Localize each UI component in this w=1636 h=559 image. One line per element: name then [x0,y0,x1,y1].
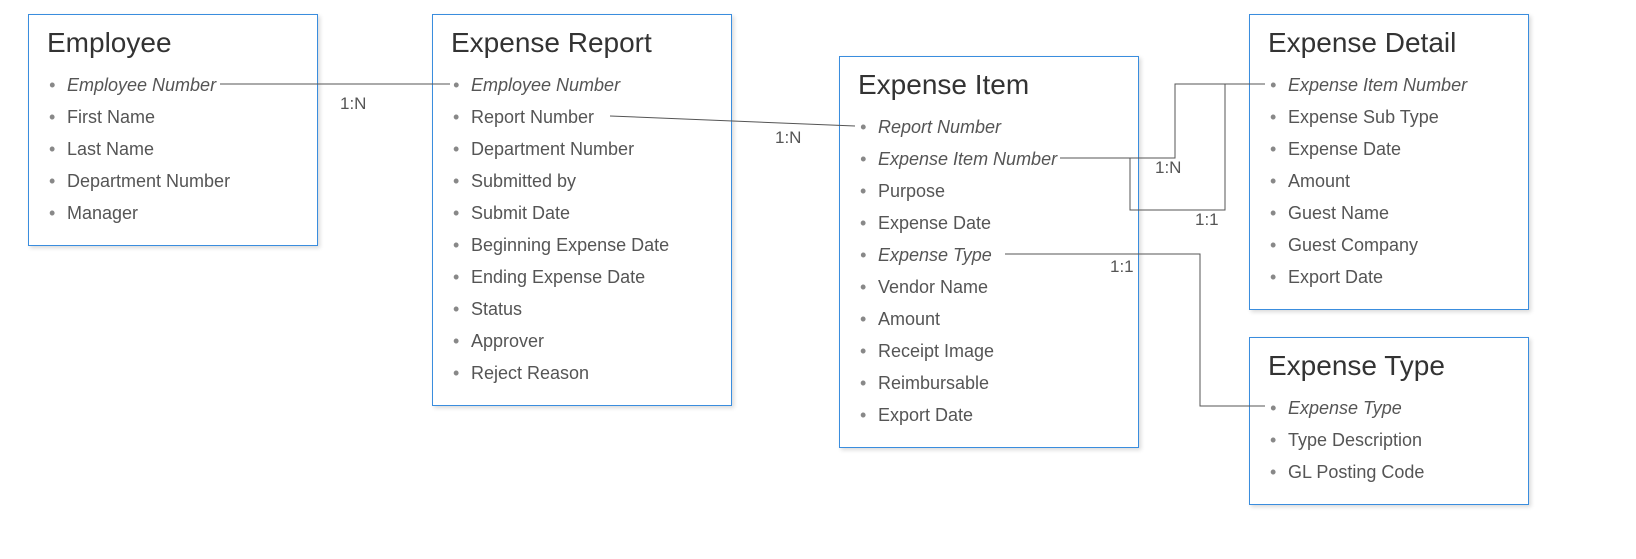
entity-title: Expense Report [451,27,713,59]
rel-label-item-detail2: 1:1 [1195,210,1219,230]
entity-title: Expense Item [858,69,1120,101]
attr-item: Report Number [858,111,1120,143]
attr-item: GL Posting Code [1268,456,1510,488]
attr-item: Employee Number [451,69,713,101]
rel-label-item-type: 1:1 [1110,257,1134,277]
entity-expense-type-attrs: Expense TypeType DescriptionGL Posting C… [1268,392,1510,488]
rel-label-report-item: 1:N [775,128,801,148]
attr-item: Expense Item Number [1268,69,1510,101]
attr-item: Beginning Expense Date [451,229,713,261]
entity-employee: Employee Employee NumberFirst NameLast N… [28,14,318,246]
entity-title: Employee [47,27,299,59]
attr-item: Receipt Image [858,335,1120,367]
attr-item: Type Description [1268,424,1510,456]
entity-expense-report: Expense Report Employee NumberReport Num… [432,14,732,406]
attr-item: Export Date [1268,261,1510,293]
entity-expense-type: Expense Type Expense TypeType Descriptio… [1249,337,1529,505]
entity-expense-detail: Expense Detail Expense Item NumberExpens… [1249,14,1529,310]
entity-expense-item-attrs: Report NumberExpense Item NumberPurposeE… [858,111,1120,431]
attr-item: Expense Sub Type [1268,101,1510,133]
attr-item: Department Number [451,133,713,165]
entity-expense-item: Expense Item Report NumberExpense Item N… [839,56,1139,448]
attr-item: Amount [858,303,1120,335]
attr-item: Ending Expense Date [451,261,713,293]
attr-item: Submit Date [451,197,713,229]
attr-item: Expense Date [1268,133,1510,165]
attr-item: Employee Number [47,69,299,101]
attr-item: Reimbursable [858,367,1120,399]
entity-title: Expense Type [1268,350,1510,382]
attr-item: Vendor Name [858,271,1120,303]
attr-item: Amount [1268,165,1510,197]
rel-label-emp-report: 1:N [340,94,366,114]
attr-item: Expense Type [858,239,1120,271]
entity-title: Expense Detail [1268,27,1510,59]
attr-item: Expense Date [858,207,1120,239]
attr-item: Status [451,293,713,325]
attr-item: Guest Company [1268,229,1510,261]
attr-item: Last Name [47,133,299,165]
entity-employee-attrs: Employee NumberFirst NameLast NameDepart… [47,69,299,229]
attr-item: First Name [47,101,299,133]
attr-item: Expense Type [1268,392,1510,424]
attr-item: Export Date [858,399,1120,431]
attr-item: Purpose [858,175,1120,207]
attr-item: Department Number [47,165,299,197]
attr-item: Report Number [451,101,713,133]
attr-item: Approver [451,325,713,357]
attr-item: Expense Item Number [858,143,1120,175]
attr-item: Guest Name [1268,197,1510,229]
attr-item: Reject Reason [451,357,713,389]
rel-label-item-detail: 1:N [1155,158,1181,178]
entity-expense-report-attrs: Employee NumberReport NumberDepartment N… [451,69,713,389]
attr-item: Submitted by [451,165,713,197]
entity-expense-detail-attrs: Expense Item NumberExpense Sub TypeExpen… [1268,69,1510,293]
attr-item: Manager [47,197,299,229]
